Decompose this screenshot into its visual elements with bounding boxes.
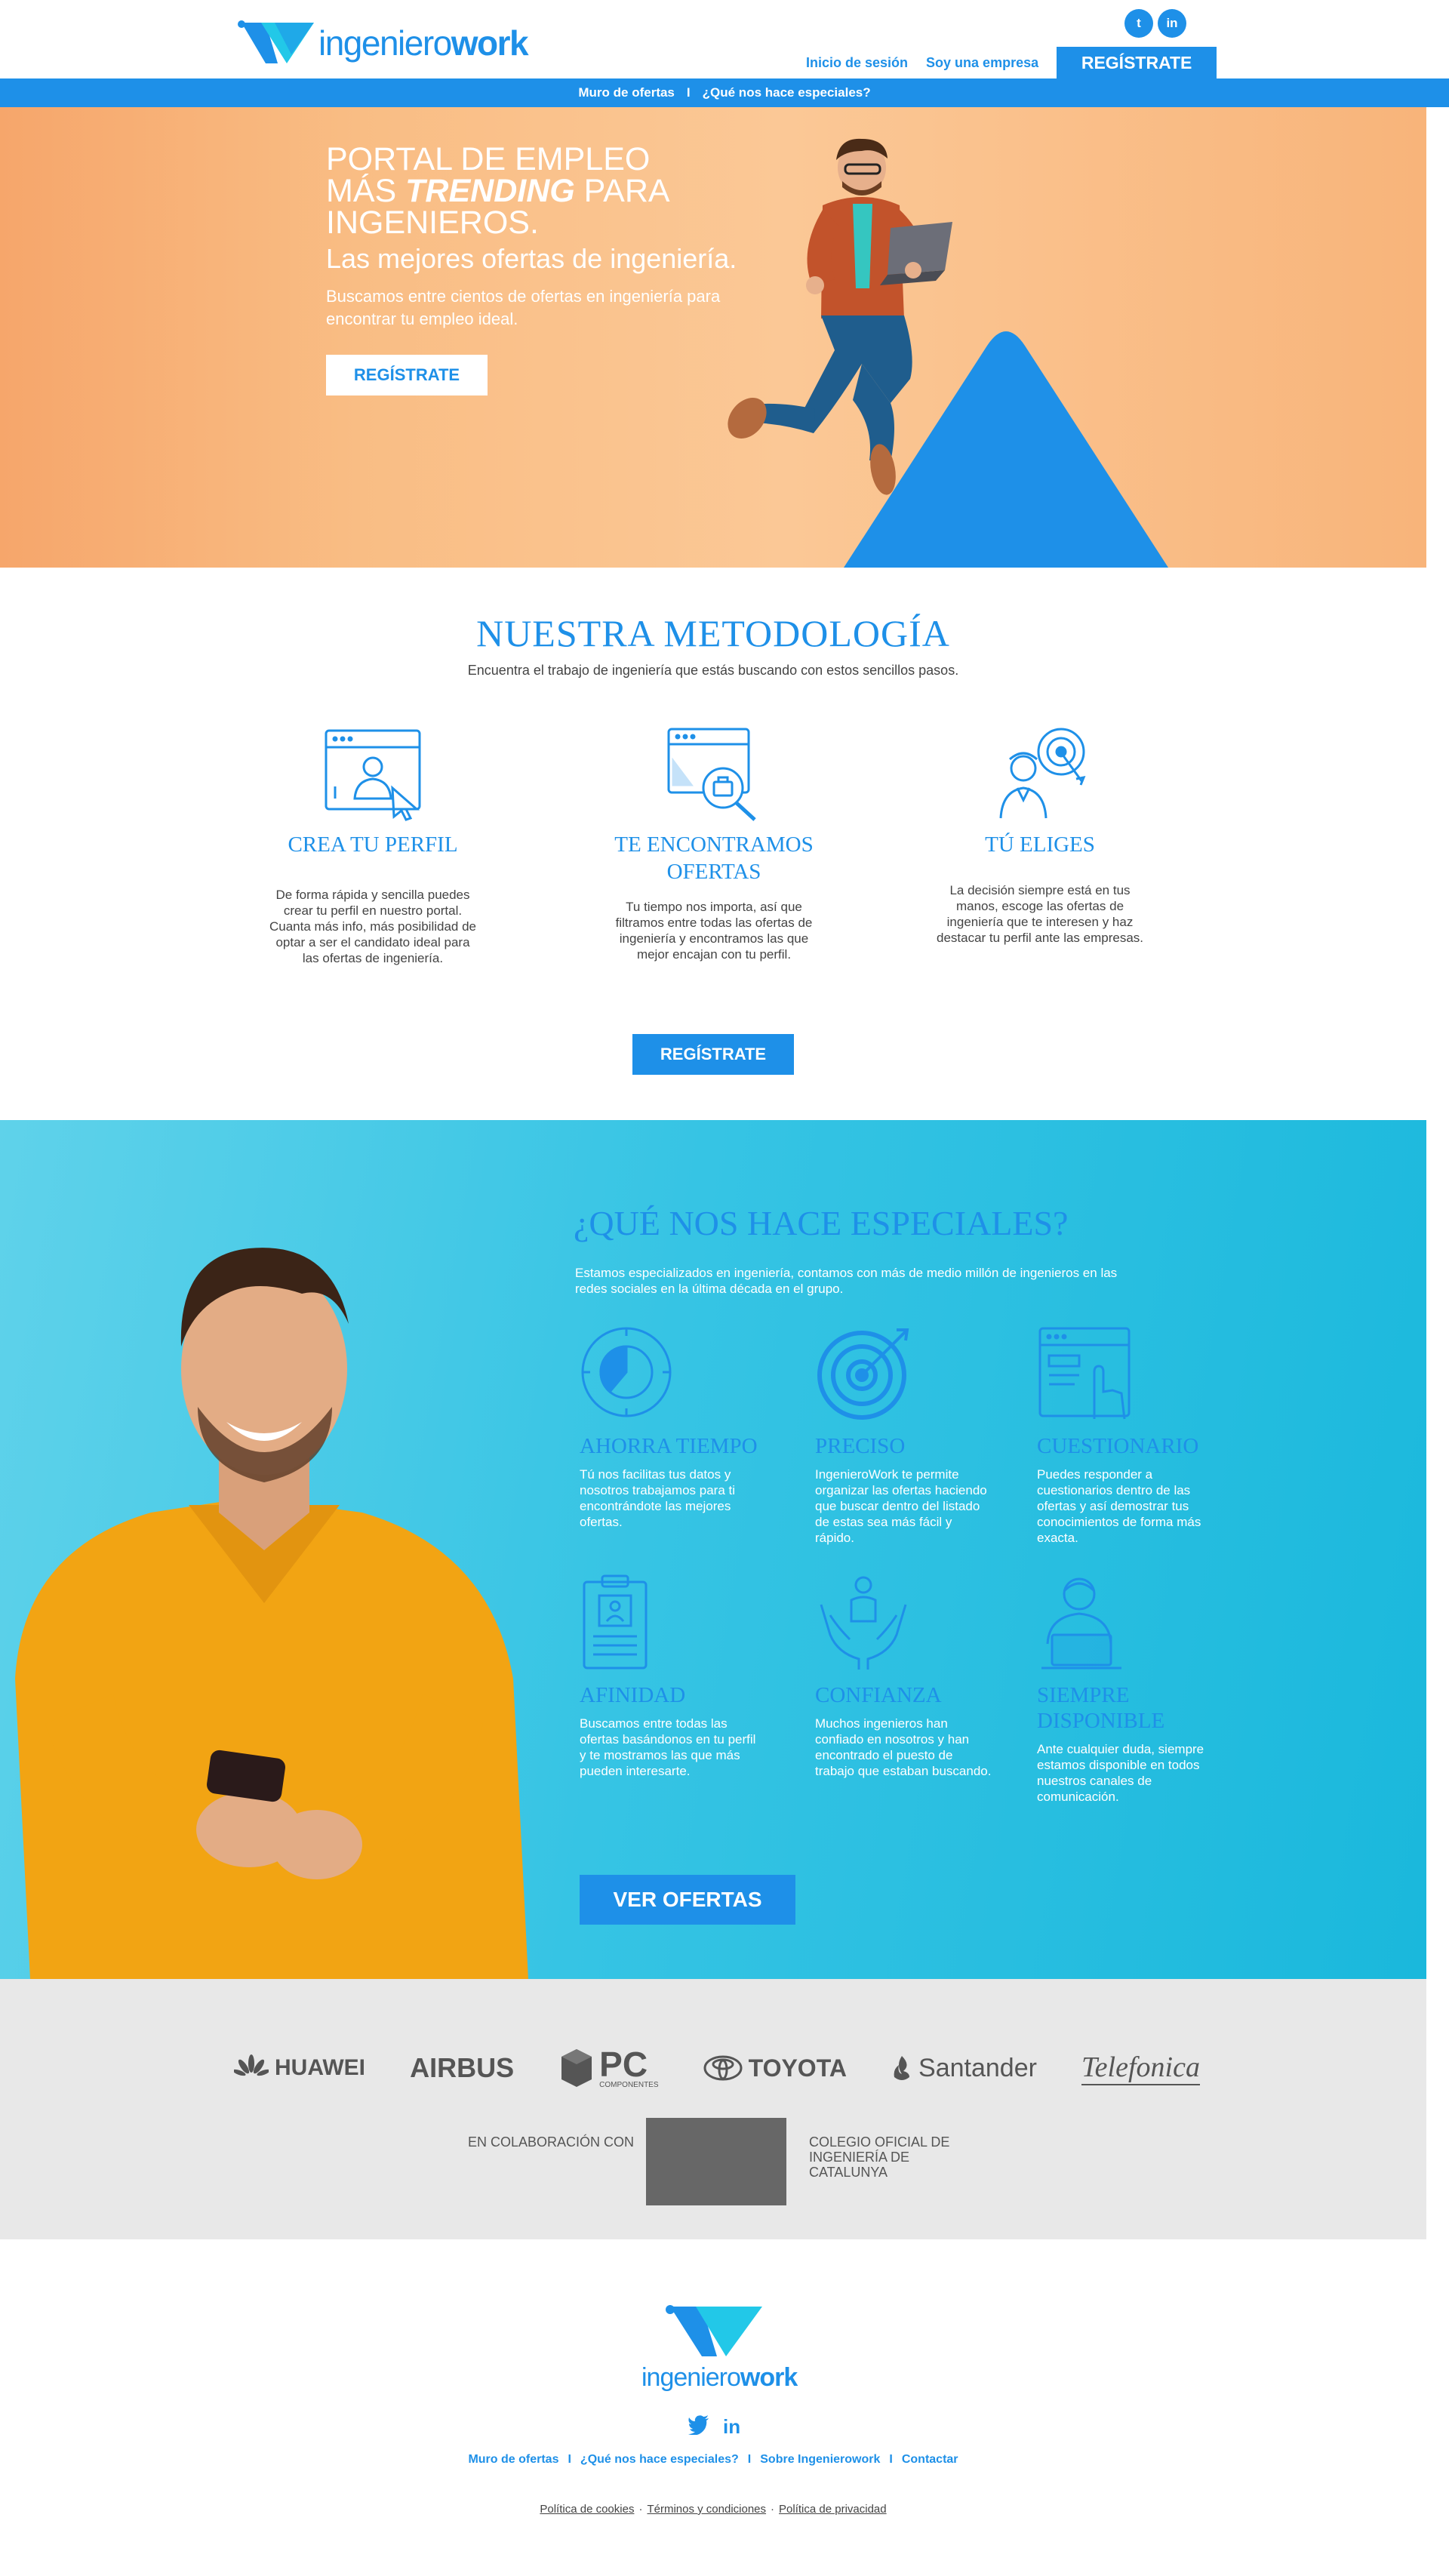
step-text: Tu tiempo nos importa, así que filtramos…: [615, 900, 813, 962]
step-text: De forma rápida y sencilla puedes crear …: [269, 888, 477, 965]
subnav-separator: I: [686, 85, 691, 100]
questionnaire-icon: [1038, 1327, 1131, 1420]
step-create-profile: CREA TU PERFIL De forma rápida y sencill…: [237, 725, 509, 966]
methodology-subtitle: Encuentra el trabajo de ingeniería que e…: [467, 663, 959, 678]
feature-title: CONFIANZA: [815, 1683, 942, 1707]
subnav-offers-link[interactable]: Muro de ofertas: [578, 85, 675, 100]
clipboard-profile-icon: [583, 1574, 648, 1670]
hero-banner: PORTAL DE EMPLEO MÁS TRENDING PARA INGEN…: [0, 107, 1426, 568]
feature-title: CUESTIONARIO: [1037, 1434, 1199, 1458]
methodology-title: NUESTRA METODOLOGÍA: [476, 612, 950, 654]
header-social: t in: [1124, 9, 1186, 38]
footer-logo-text-light: ingeniero: [641, 2363, 741, 2392]
toyota-logo: TOYOTA: [703, 2054, 847, 2082]
telefonica-logo: Telefonica: [1081, 2051, 1200, 2085]
step-title: CREA TU PERFIL: [288, 833, 458, 857]
santander-flame-icon: [894, 2056, 910, 2080]
special-subtitle: Estamos especializados en ingeniería, co…: [575, 1266, 1118, 1296]
feature-text: Ante cualquier duda, siempre estamos dis…: [1037, 1742, 1204, 1804]
collaboration-logo-placeholder: [646, 2118, 786, 2205]
footer-link-special[interactable]: ¿Qué nos hace especiales?: [580, 2453, 739, 2467]
feature-title: PRECISO: [815, 1434, 906, 1458]
feature-title: AHORRA TIEMPO: [580, 1434, 758, 1458]
search-job-icon: [667, 728, 756, 821]
special-section: ¿QUÉ NOS HACE ESPECIALES? Estamos especi…: [0, 1120, 1426, 1979]
terms-link[interactable]: Términos y condiciones: [647, 2503, 766, 2516]
feature-precise: PRECISO IngenieroWork te permite organiz…: [815, 1325, 1034, 1546]
feature-text: IngenieroWork te permite organizar las o…: [815, 1467, 987, 1545]
linkedin-icon[interactable]: in: [1158, 9, 1186, 38]
feature-title: AFINIDAD: [580, 1683, 686, 1707]
footer-logo-text-bold: work: [740, 2363, 798, 2392]
feature-affinity: AFINIDAD Buscamos entre todas las oferta…: [580, 1574, 798, 1779]
santander-logo: Santander: [891, 2054, 1037, 2083]
hero-register-button[interactable]: REGÍSTRATE: [326, 355, 488, 395]
huawei-logo: HUAWEI: [234, 2054, 365, 2082]
step-title: TÚ ELIGES: [985, 833, 1095, 857]
step-text: La decisión siempre está en tus manos, e…: [936, 883, 1144, 945]
footer-link-about[interactable]: Sobre Ingenierowork: [760, 2453, 880, 2467]
pc-componentes-logo: PC COMPONENTES: [558, 2047, 659, 2089]
smiling-man-phone-image: [15, 1248, 528, 1979]
header-register-button[interactable]: REGÍSTRATE: [1057, 47, 1217, 78]
feature-text: Tú nos facilitas tus datos y nosotros tr…: [580, 1467, 735, 1529]
footer-social: in: [688, 2415, 740, 2439]
logo-mark-icon: [238, 20, 314, 63]
feature-save-time: AHORRA TIEMPO Tú nos facilitas tus datos…: [580, 1325, 798, 1530]
airbus-logo: AIRBUS: [410, 2052, 515, 2083]
sub-navigation: Muro de ofertas I ¿Qué nos hace especial…: [0, 78, 1449, 107]
footer-link-offers[interactable]: Muro de ofertas: [468, 2453, 558, 2467]
step-you-choose: TÚ ELIGES La decisión siempre está en tu…: [904, 725, 1176, 946]
stopwatch-icon: [581, 1327, 672, 1417]
header-nav: Inicio de sesión Soy una empresa REGÍSTR…: [806, 47, 1217, 78]
feature-title: SIEMPRE DISPONIBLE: [1037, 1683, 1165, 1733]
methodology-register-button[interactable]: REGÍSTRATE: [632, 1034, 794, 1075]
step-find-offers: TE ENCONTRAMOS OFERTAS Tu tiempo nos imp…: [578, 725, 850, 962]
footer-logo[interactable]: ingenierowork: [641, 2302, 798, 2393]
twitter-icon[interactable]: t: [1124, 9, 1153, 38]
feature-trust: CONFIANZA Muchos ingenieros han confiado…: [815, 1574, 1034, 1779]
site-logo[interactable]: ingenierowork: [235, 17, 529, 69]
hands-person-icon: [820, 1576, 907, 1670]
subnav-special-link[interactable]: ¿Qué nos hace especiales?: [703, 85, 871, 100]
feature-text: Muchos ingenieros han confiado en nosotr…: [815, 1716, 992, 1778]
company-link[interactable]: Soy una empresa: [926, 55, 1038, 71]
footer-logo-mark-icon: [666, 2305, 762, 2356]
footer-legal-links: Política de cookies · Términos y condici…: [540, 2503, 887, 2516]
partner-brands: HUAWEI AIRBUS PC COMPONENTES TOYOTA Sant…: [0, 1979, 1426, 2239]
choose-target-icon: [999, 728, 1086, 819]
support-agent-icon: [1041, 1577, 1121, 1670]
brand-logo-row: HUAWEI AIRBUS PC COMPONENTES TOYOTA Sant…: [234, 2047, 1200, 2089]
linkedin-icon[interactable]: in: [723, 2415, 740, 2439]
collaboration-label: EN COLABORACIÓN CON: [468, 2134, 635, 2150]
jumping-man-illustration: [728, 138, 952, 495]
logo-text-bold: work: [451, 23, 529, 63]
toyota-ellipses-icon: [703, 2055, 743, 2081]
view-offers-button[interactable]: VER OFERTAS: [580, 1875, 795, 1925]
login-link[interactable]: Inicio de sesión: [806, 55, 908, 71]
feature-text: Puedes responder a cuestionarios dentro …: [1037, 1467, 1201, 1545]
step-title: TE ENCONTRAMOS OFERTAS: [614, 833, 814, 884]
privacy-policy-link[interactable]: Política de privacidad: [779, 2503, 887, 2516]
footer-navigation: Muro de ofertas I ¿Qué nos hace especial…: [468, 2453, 958, 2467]
logo-text-light: ingeniero: [318, 23, 452, 63]
collaboration-partner-name: COLEGIO OFICIAL DE INGENIERÍA DE CATALUN…: [809, 2134, 950, 2180]
cookies-policy-link[interactable]: Política de cookies: [540, 2503, 634, 2516]
footer-link-contact[interactable]: Contactar: [902, 2453, 958, 2467]
pc-box-icon: [561, 2049, 592, 2087]
twitter-icon[interactable]: [688, 2415, 709, 2435]
site-header: ingenierowork t in Inicio de sesión Soy …: [0, 0, 1449, 78]
target-icon: [817, 1328, 909, 1420]
profile-window-icon: [325, 729, 421, 821]
feature-questionnaire: CUESTIONARIO Puedes responder a cuestion…: [1037, 1325, 1256, 1546]
special-title: ¿QUÉ NOS HACE ESPECIALES?: [574, 1204, 1069, 1242]
feature-always-available: SIEMPRE DISPONIBLE Ante cualquier duda, …: [1037, 1574, 1256, 1805]
feature-text: Buscamos entre todas las ofertas basándo…: [580, 1716, 756, 1778]
huawei-flower-icon: [234, 2054, 269, 2076]
